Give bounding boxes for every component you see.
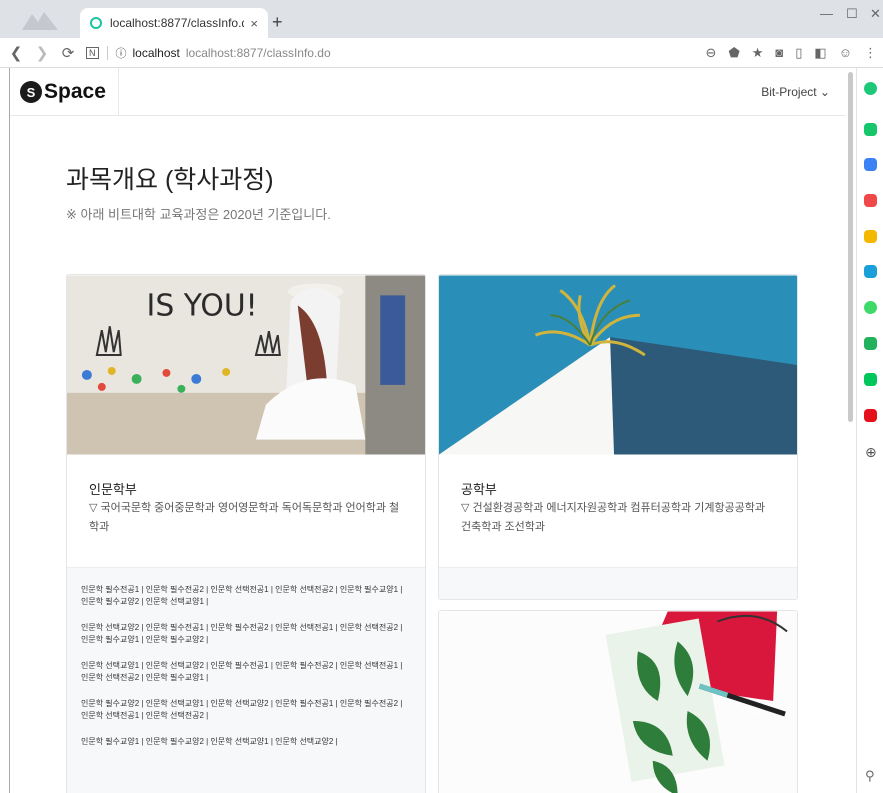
wall-graffiti-text: IS YOU! (147, 288, 258, 323)
card-footer (439, 567, 797, 599)
site-header: S Space Bit-Project ⌄ (10, 68, 846, 116)
department-card-third[interactable]: HUSTLE (438, 610, 798, 793)
card-description: ▽ 국어국문학 중어중문학과 영어영문학과 독어독문학과 언어학과 철학과 (89, 502, 400, 533)
naver-green-icon[interactable] (864, 373, 877, 386)
page-subtitle: ※ 아래 비트대학 교육과정은 2020년 기준입니다. (66, 207, 331, 222)
page-scrollbar[interactable] (848, 68, 854, 793)
divider (106, 45, 108, 60)
shield-icon[interactable]: ⬟ (728, 45, 739, 61)
add-extension-icon[interactable]: ⊕ (865, 444, 877, 461)
scrollbar-thumb[interactable] (848, 72, 853, 422)
briefcase-icon[interactable] (864, 158, 877, 171)
page-title: 과목개요 (학사과정) (66, 166, 274, 194)
tab-title: localhost:8877/classInfo.do (110, 16, 245, 30)
engineering-photo (439, 275, 797, 455)
course-list: 인문학 필수전공1 | 인문학 필수전공2 | 인문학 선택전공1 | 인문학 … (67, 567, 425, 793)
department-card-engineering[interactable]: 공학부 ▽ 건설환경공학과 에너지자원공학과 컴퓨터공학과 기계항공공학과 건축… (438, 274, 798, 600)
reload-icon[interactable]: ⟳ (58, 44, 78, 62)
translate-icon[interactable] (864, 265, 877, 278)
webtoon-icon[interactable] (864, 337, 877, 350)
pin-icon[interactable]: ⚲ (865, 768, 875, 784)
site-logo[interactable]: S Space (20, 80, 118, 104)
humanities-photo: IS YOU! (67, 275, 425, 455)
course-line: 인문학 필수교양1 | 인문학 필수교양2 | 인문학 선택교양1 | 인문학 … (81, 737, 338, 746)
camera-icon[interactable]: ◙ (775, 45, 783, 61)
profile-icon[interactable]: ☺ (839, 45, 852, 61)
web-page: S Space Bit-Project ⌄ 과목개요 (학사과정) ※ 아래 비… (10, 68, 846, 793)
new-tab-button[interactable]: + (272, 12, 283, 33)
course-line: 인문학 필수교양2 | 인문학 선택교양1 | 인문학 선택교양2 | 인문학 … (81, 699, 403, 720)
card-title: 공학부 (461, 482, 497, 497)
extensions-sidebar: ⊕ ⚲ (856, 68, 883, 793)
card-title: 인문학부 (89, 482, 137, 497)
zoom-icon[interactable]: ⊖ (706, 45, 717, 61)
card-description: ▽ 건설환경공학과 에너지자원공학과 컴퓨터공학과 기계항공공학과 건축학과 조… (461, 502, 766, 533)
department-card-humanities[interactable]: IS YOU! 인문학부 ▽ 국어국문학 중어중문학과 영어영문학과 독어독문학… (66, 274, 426, 793)
course-line: 인문학 선택교양1 | 인문학 선택교양2 | 인문학 필수전공1 | 인문학 … (81, 661, 403, 682)
logo-text: Space (44, 80, 106, 103)
browser-tab-active[interactable]: localhost:8877/classInfo.do × (80, 8, 268, 38)
course-line: 인문학 선택교양2 | 인문학 필수전공1 | 인문학 필수전공2 | 인문학 … (81, 623, 403, 644)
play-icon[interactable] (864, 301, 877, 314)
bell-icon[interactable] (864, 123, 877, 136)
close-window-icon[interactable]: ✕ (870, 6, 881, 22)
sidebar-icon[interactable]: ◧ (814, 45, 826, 61)
site-favicon-icon (90, 17, 102, 29)
project-menu[interactable]: Bit-Project ⌄ (761, 85, 830, 99)
pocket-icon[interactable] (864, 194, 877, 207)
close-tab-icon[interactable]: × (250, 16, 258, 31)
maximize-icon[interactable]: ☐ (846, 6, 858, 22)
star-icon[interactable]: ★ (752, 45, 764, 61)
notebook-photo: HUSTLE (439, 611, 797, 793)
header-divider (118, 68, 119, 116)
info-icon[interactable]: ⓘ (116, 45, 127, 61)
course-line: 인문학 필수전공1 | 인문학 필수전공2 | 인문학 선택전공1 | 인문학 … (81, 585, 403, 606)
address-bar-actions: ⊖ ⬟ ★ ◙ ▯ ◧ ☺ ⋮ (706, 45, 877, 61)
star-badge-icon[interactable] (864, 230, 877, 243)
bird-logo-icon (22, 12, 58, 30)
back-icon[interactable]: ❮ (6, 44, 26, 62)
url-path[interactable]: localhost:8877/classInfo.do (186, 46, 331, 60)
more-icon[interactable]: ⋮ (864, 45, 877, 61)
minimize-icon[interactable]: — (820, 6, 833, 21)
now-icon[interactable] (864, 409, 877, 422)
url-host[interactable]: localhost (133, 46, 180, 60)
green-circle-icon[interactable] (864, 82, 877, 95)
logo-mark: S (20, 81, 42, 103)
reader-icon[interactable]: ▯ (795, 45, 802, 61)
forward-icon[interactable]: ❯ (32, 44, 52, 62)
browser-tab-strip: localhost:8877/classInfo.do × + — ☐ ✕ (0, 0, 883, 38)
naver-icon[interactable]: N (86, 46, 99, 59)
